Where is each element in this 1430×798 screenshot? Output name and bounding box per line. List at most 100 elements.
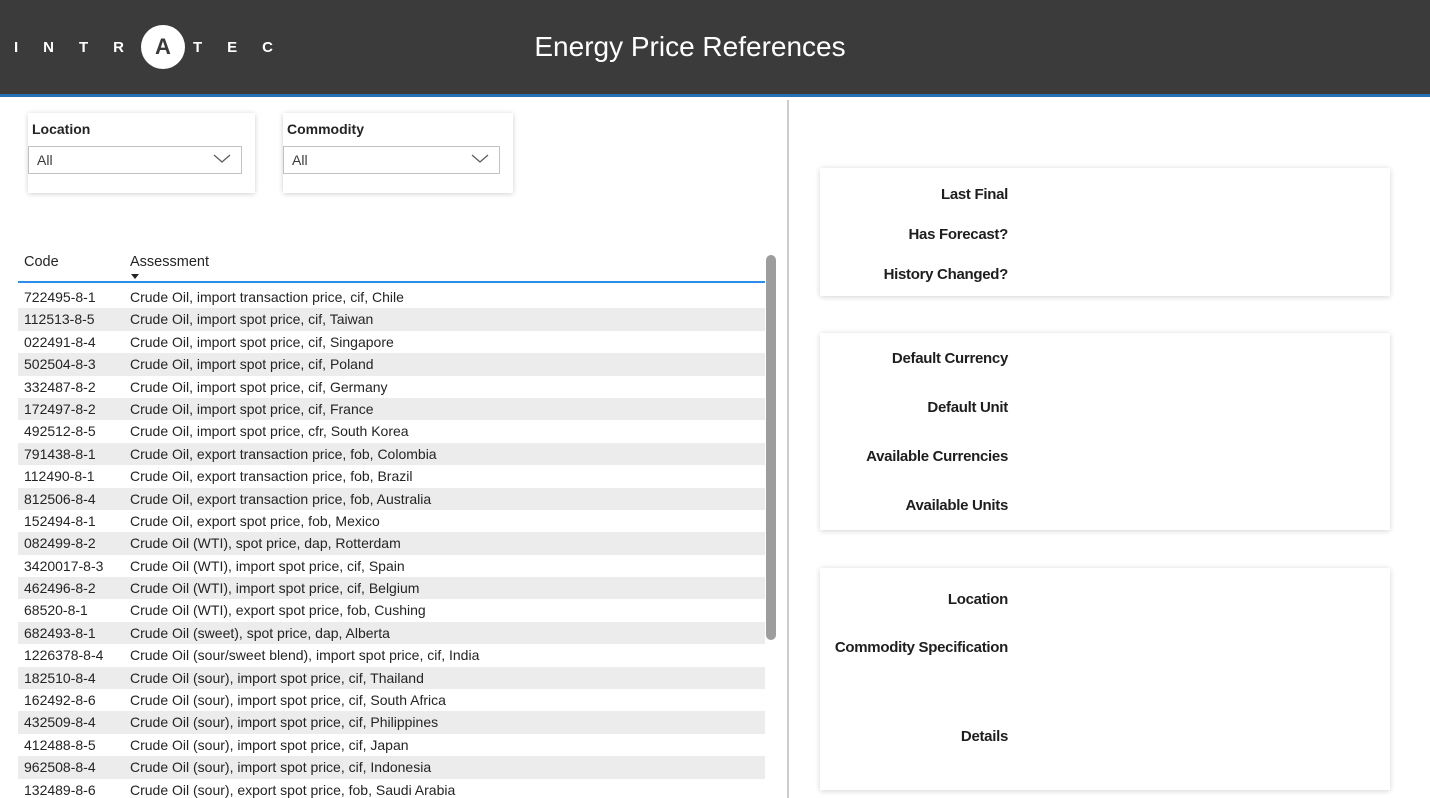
table-row[interactable]: 812506-8-4Crude Oil, export transaction …: [18, 488, 765, 510]
logo-letters-pre: INTR: [14, 39, 149, 56]
table-row[interactable]: 3420017-8-3Crude Oil (WTI), import spot …: [18, 555, 765, 577]
table-row[interactable]: 492512-8-5Crude Oil, import spot price, …: [18, 420, 765, 442]
field-row: Last Final: [820, 174, 1390, 214]
field-label: Location: [820, 591, 1008, 608]
table-row[interactable]: 68520-8-1Crude Oil (WTI), export spot pr…: [18, 599, 765, 621]
main-area: Location All Commodity All Code Assessme…: [0, 100, 1430, 798]
assessment-cell: Crude Oil, export transaction price, fob…: [130, 465, 765, 487]
commodity-filter-label: Commodity: [286, 121, 513, 137]
code-cell: 492512-8-5: [18, 420, 130, 442]
page-title: Energy Price References: [534, 31, 845, 63]
code-cell: 68520-8-1: [18, 599, 130, 621]
field-label: History Changed?: [820, 266, 1008, 283]
code-cell: 182510-8-4: [18, 667, 130, 689]
code-cell: 112490-8-1: [18, 465, 130, 487]
location-dropdown-value: All: [37, 152, 53, 168]
sort-descending-icon: [131, 274, 139, 279]
assessment-cell: Crude Oil (sweet), spot price, dap, Albe…: [130, 622, 765, 644]
column-header-assessment[interactable]: Assessment: [130, 254, 209, 270]
code-cell: 022491-8-4: [18, 331, 130, 353]
code-cell: 132489-8-6: [18, 779, 130, 798]
table-row[interactable]: 722495-8-1Crude Oil, import transaction …: [18, 286, 765, 308]
field-row: Available Units: [820, 481, 1390, 530]
assessment-cell: Crude Oil (sour), import spot price, cif…: [130, 667, 765, 689]
logo-letters-post: TEC: [193, 39, 298, 56]
field-label: Default Currency: [820, 350, 1008, 367]
table-row[interactable]: 1226378-8-4Crude Oil (sour/sweet blend),…: [18, 644, 765, 666]
table-body: 722495-8-1Crude Oil, import transaction …: [18, 286, 765, 798]
table-row[interactable]: 962508-8-4Crude Oil (sour), import spot …: [18, 756, 765, 778]
location-filter-card: Location All: [28, 113, 255, 193]
table-row[interactable]: 462496-8-2Crude Oil (WTI), import spot p…: [18, 577, 765, 599]
assessment-cell: Crude Oil (sour/sweet blend), import spo…: [130, 644, 765, 666]
code-cell: 082499-8-2: [18, 532, 130, 554]
field-row: Details: [820, 712, 1390, 760]
table-row[interactable]: 132489-8-6Crude Oil (sour), export spot …: [18, 779, 765, 798]
code-cell: 502504-8-3: [18, 353, 130, 375]
commodity-filter-card: Commodity All: [283, 113, 513, 193]
currency-unit-detail-card: Default Currency Default Unit Available Cu…: [820, 333, 1390, 530]
code-cell: 332487-8-2: [18, 376, 130, 398]
assessment-cell: Crude Oil, export transaction price, fob…: [130, 443, 765, 465]
table-row[interactable]: 112513-8-5Crude Oil, import spot price, …: [18, 308, 765, 330]
assessment-cell: Crude Oil, import transaction price, cif…: [130, 286, 765, 308]
code-cell: 462496-8-2: [18, 577, 130, 599]
code-cell: 1226378-8-4: [18, 644, 130, 666]
code-cell: 791438-8-1: [18, 443, 130, 465]
commodity-dropdown[interactable]: All: [283, 146, 500, 174]
chevron-down-icon: [471, 151, 489, 169]
table-row[interactable]: 682493-8-1Crude Oil (sweet), spot price,…: [18, 622, 765, 644]
code-cell: 162492-8-6: [18, 689, 130, 711]
table-row[interactable]: 082499-8-2Crude Oil (WTI), spot price, d…: [18, 532, 765, 554]
table-row[interactable]: 112490-8-1Crude Oil, export transaction …: [18, 465, 765, 487]
table-row[interactable]: 022491-8-4Crude Oil, import spot price, …: [18, 331, 765, 353]
field-label: Details: [820, 728, 1008, 745]
code-cell: 682493-8-1: [18, 622, 130, 644]
field-label: Default Unit: [820, 399, 1008, 416]
assessment-cell: Crude Oil, import spot price, cif, Germa…: [130, 376, 765, 398]
table-row[interactable]: 172497-8-2Crude Oil, import spot price, …: [18, 398, 765, 420]
field-row: Available Currencies: [820, 432, 1390, 481]
field-row: Has Forecast?: [820, 214, 1390, 254]
field-row: History Changed?: [820, 254, 1390, 294]
table-row[interactable]: 502504-8-3Crude Oil, import spot price, …: [18, 353, 765, 375]
table-row[interactable]: 412488-8-5Crude Oil (sour), import spot …: [18, 734, 765, 756]
code-cell: 172497-8-2: [18, 398, 130, 420]
field-label: Last Final: [820, 186, 1008, 203]
table-row[interactable]: 791438-8-1Crude Oil, export transaction …: [18, 443, 765, 465]
table-row[interactable]: 432509-8-4Crude Oil (sour), import spot …: [18, 711, 765, 733]
table-scrollbar-thumb[interactable]: [766, 255, 776, 640]
code-cell: 3420017-8-3: [18, 555, 130, 577]
assessment-cell: Crude Oil, import spot price, cif, Polan…: [130, 353, 765, 375]
location-spec-detail-card: Location Commodity Specification Details: [820, 568, 1390, 790]
field-label: Commodity Specification: [820, 639, 1008, 656]
assessment-cell: Crude Oil, import spot price, cfr, South…: [130, 420, 765, 442]
status-detail-card: Last Final Has Forecast? History Changed?: [820, 168, 1390, 296]
assessment-cell: Crude Oil (WTI), import spot price, cif,…: [130, 577, 765, 599]
code-cell: 112513-8-5: [18, 308, 130, 330]
field-label: Available Units: [820, 497, 1008, 514]
table-row[interactable]: 332487-8-2Crude Oil, import spot price, …: [18, 376, 765, 398]
table-row[interactable]: 152494-8-1Crude Oil, export spot price, …: [18, 510, 765, 532]
chevron-down-icon: [213, 151, 231, 169]
app-header: INTR A TEC Energy Price References: [0, 0, 1430, 97]
column-header-code[interactable]: Code: [24, 254, 59, 270]
intratec-logo: INTR A TEC: [14, 25, 298, 69]
code-cell: 432509-8-4: [18, 711, 130, 733]
assessment-cell: Crude Oil, export spot price, fob, Mexic…: [130, 510, 765, 532]
field-row: Default Currency: [820, 334, 1390, 383]
assessment-cell: Crude Oil (sour), import spot price, cif…: [130, 756, 765, 778]
code-cell: 152494-8-1: [18, 510, 130, 532]
table-row[interactable]: 182510-8-4Crude Oil (sour), import spot …: [18, 667, 765, 689]
table-row[interactable]: 162492-8-6Crude Oil (sour), import spot …: [18, 689, 765, 711]
assessment-cell: Crude Oil, import spot price, cif, Singa…: [130, 331, 765, 353]
assessment-cell: Crude Oil, import spot price, cif, Franc…: [130, 398, 765, 420]
assessment-cell: Crude Oil (sour), import spot price, cif…: [130, 711, 765, 733]
field-label: Available Currencies: [820, 448, 1008, 465]
assessment-cell: Crude Oil (WTI), import spot price, cif,…: [130, 555, 765, 577]
field-row: Location: [820, 575, 1390, 623]
table-header: Code Assessment: [18, 250, 765, 283]
field-row: Default Unit: [820, 383, 1390, 432]
location-dropdown[interactable]: All: [28, 146, 242, 174]
code-cell: 812506-8-4: [18, 488, 130, 510]
